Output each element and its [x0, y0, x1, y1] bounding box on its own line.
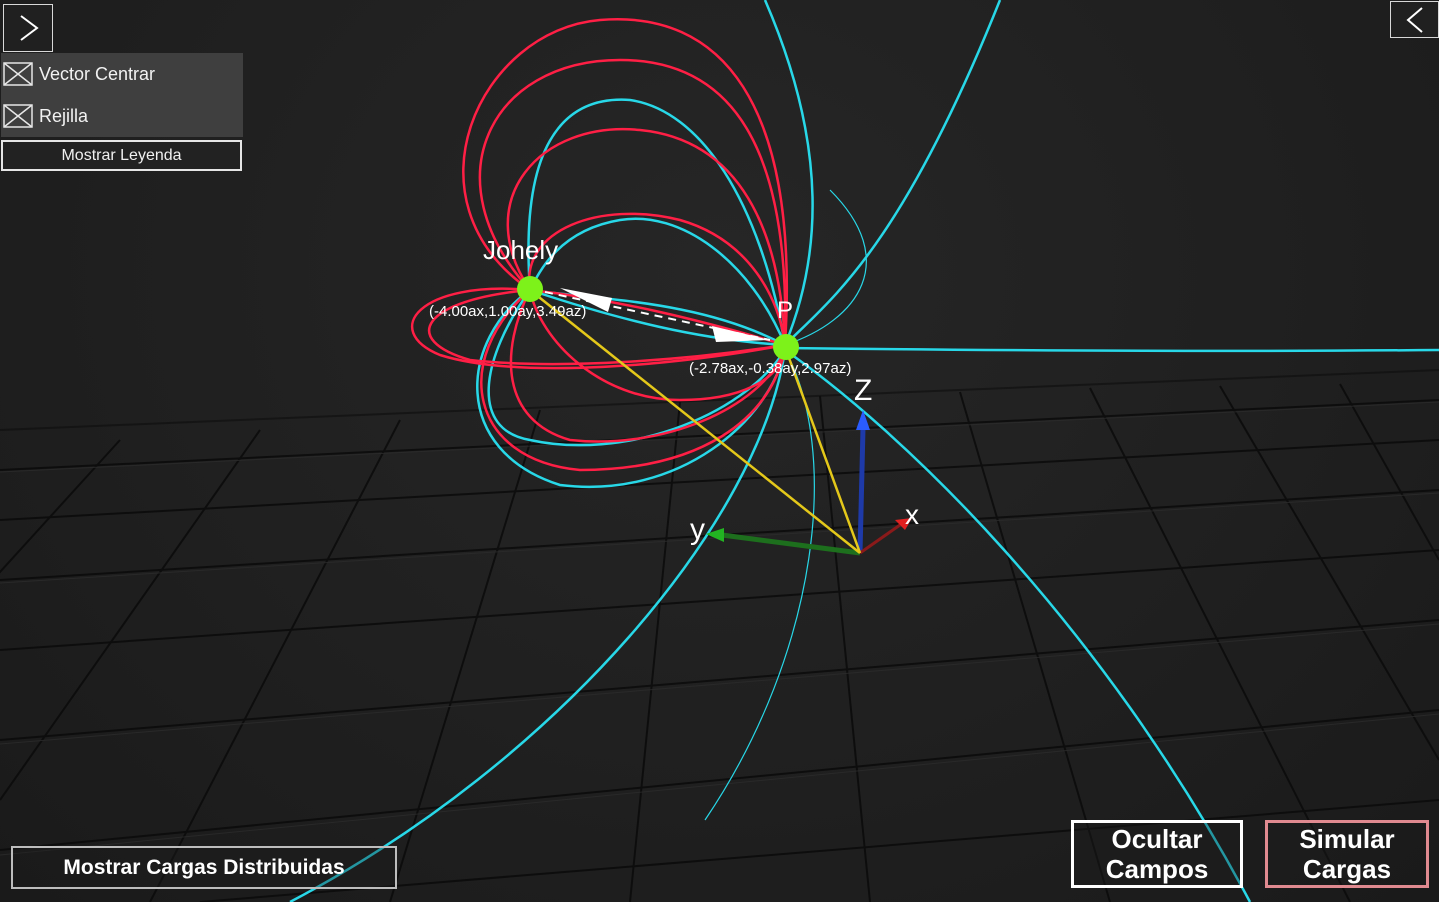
charge-johely[interactable] — [517, 276, 543, 302]
ground-grid-highlight — [0, 401, 1439, 856]
hide-fields-button[interactable]: Ocultar Campos — [1071, 820, 1243, 888]
simulate-charges-label-line2: Cargas — [1302, 854, 1392, 884]
charge-coords-johely: (-4.00ax,1.00ay,3.49az) — [429, 303, 587, 320]
checkbox-checked-icon[interactable] — [3, 61, 33, 87]
axis-label-x: x — [905, 499, 919, 530]
toggle-label-rejilla: Rejilla — [39, 105, 89, 126]
axis-label-y: y — [690, 513, 705, 546]
charge-label-p: P — [777, 297, 794, 324]
chevron-left-icon — [1405, 6, 1423, 33]
charge-label-johely: Johely — [483, 235, 559, 265]
toggle-vector-centrar[interactable]: Vector Centrar — [1, 53, 243, 95]
simulate-charges-label-line1: Simular — [1299, 824, 1395, 854]
show-distributed-charges-button[interactable]: Mostrar Cargas Distribuidas — [11, 846, 397, 889]
toggle-rejilla[interactable]: Rejilla — [1, 95, 243, 137]
charge-p[interactable] — [773, 334, 799, 360]
close-panel-button[interactable] — [1390, 1, 1439, 38]
checkbox-checked-icon[interactable] — [3, 103, 33, 129]
options-panel: Vector Centrar Rejilla Mostrar Leyenda — [1, 53, 243, 171]
show-legend-button[interactable]: Mostrar Leyenda — [1, 140, 242, 171]
hide-fields-label-line1: Ocultar — [1111, 824, 1203, 854]
simulate-charges-button[interactable]: Simular Cargas — [1265, 820, 1429, 888]
axis-label-z: Z — [854, 374, 873, 407]
hide-fields-label-line2: Campos — [1105, 854, 1209, 884]
3d-viewport[interactable]: Johely (-4.00ax,1.00ay,3.49az) P (-2.78a… — [0, 0, 1439, 902]
open-panel-button[interactable] — [3, 4, 53, 52]
chevron-right-icon — [20, 15, 39, 41]
charge-coords-p: (-2.78ax,-0.38ay,2.97az) — [689, 360, 852, 377]
toggle-label-vector-centrar: Vector Centrar — [39, 63, 156, 84]
